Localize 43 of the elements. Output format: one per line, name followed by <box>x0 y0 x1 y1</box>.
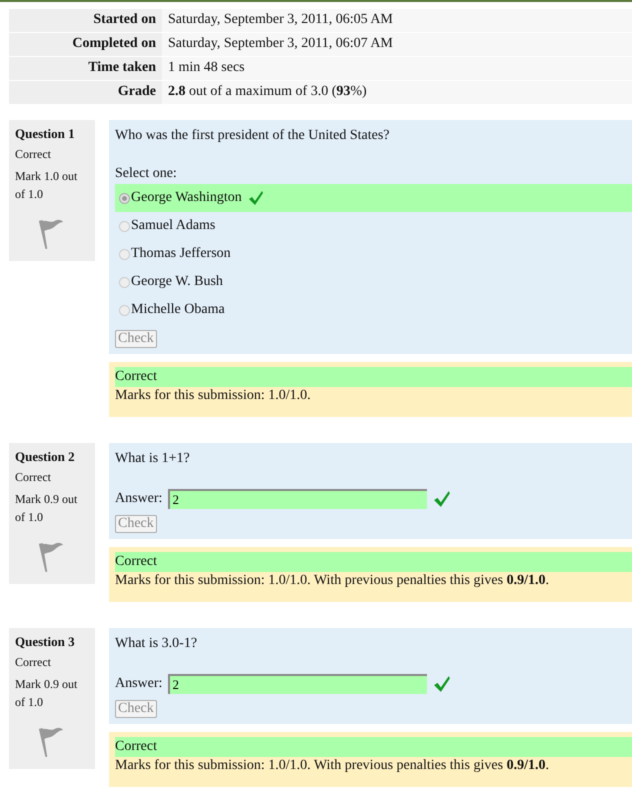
radio-button[interactable] <box>119 192 130 204</box>
question-text: What is 1+1? <box>115 451 191 468</box>
feedback-state: Correct <box>115 552 632 572</box>
question-text: Who was the first president of the United States? <box>115 128 390 145</box>
feedback-state: Correct <box>115 367 632 387</box>
field-value: Saturday, September 3, 2011, 06:07 AM <box>162 33 632 56</box>
field-label: Grade <box>9 81 162 104</box>
prompt-text: Select one: <box>115 166 178 183</box>
field-value: Saturday, September 3, 2011, 06:05 AM <box>162 9 632 32</box>
radio-button[interactable] <box>119 220 130 232</box>
question-mark: Mark 0.9 out of 1.0 <box>15 491 78 526</box>
question-state: Correct <box>15 470 52 485</box>
feedback-text: Marks for this submission: 1.0/1.0. With previous penalties this gives 0.9/1.0. <box>115 757 550 775</box>
field-value: 1 min 48 secs <box>162 57 632 80</box>
flag-icon[interactable] <box>37 540 65 574</box>
field-label: Started on <box>9 9 162 32</box>
checkmark-icon <box>433 490 452 508</box>
radio-button[interactable] <box>119 304 130 316</box>
answer-field[interactable]: 2 <box>168 489 428 509</box>
feedback-state: Correct <box>115 737 632 757</box>
question-mark: Mark 0.9 out of 1.0 <box>15 676 78 711</box>
question-text: What is 3.0-1? <box>115 636 198 653</box>
question-state: Correct <box>15 655 52 670</box>
radio-button[interactable] <box>119 276 130 288</box>
flag-icon[interactable] <box>37 725 65 759</box>
answer-label: Answer: <box>115 491 162 507</box>
flag-icon[interactable] <box>37 217 65 251</box>
feedback-text: Marks for this submission: 1.0/1.0. With previous penalties this gives 0.9/1.0. <box>115 572 550 590</box>
field-label: Completed on <box>9 33 162 56</box>
option-label: Samuel Adams <box>131 218 216 234</box>
question-state: Correct <box>15 147 52 162</box>
question-number: Question 1 <box>15 126 76 142</box>
checkmark-icon <box>433 675 452 693</box>
question-number: Question 2 <box>15 449 76 465</box>
field-value: 2.8 out of a maximum of 3.0 (93%) <box>162 81 632 104</box>
answer-field[interactable]: 2 <box>168 674 428 694</box>
field-label: Time taken <box>9 57 162 80</box>
question-mark: Mark 1.0 out of 1.0 <box>15 168 78 203</box>
radio-button[interactable] <box>119 248 130 260</box>
question-number: Question 3 <box>15 634 76 650</box>
answer-option[interactable]: Samuel Adams <box>115 218 216 234</box>
answer-label: Answer: <box>115 676 162 692</box>
feedback-text: Marks for this submission: 1.0/1.0. <box>115 387 312 405</box>
